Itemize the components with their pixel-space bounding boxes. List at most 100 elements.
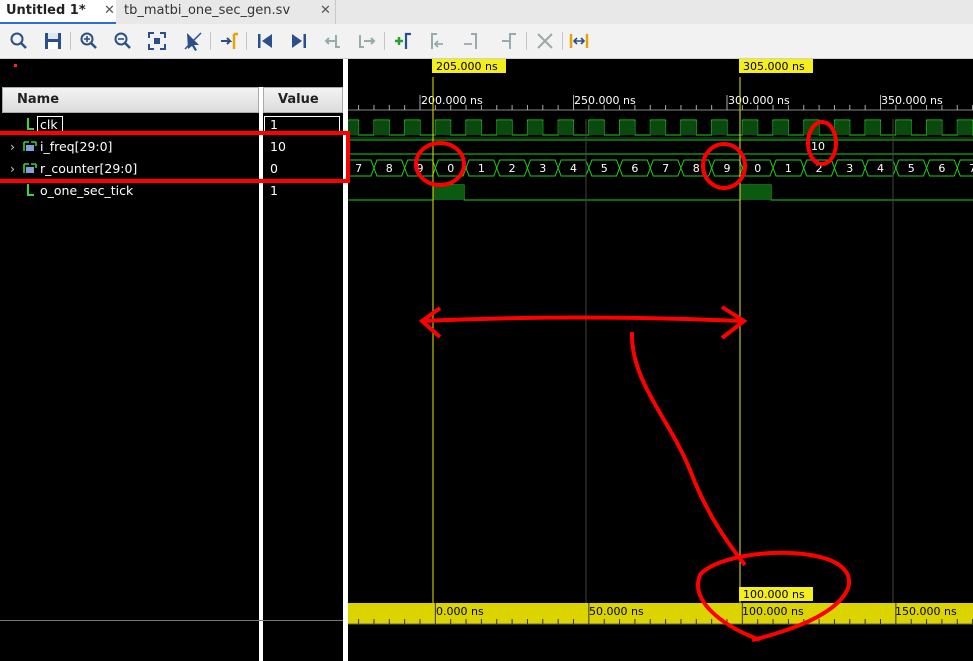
clk-high-phase: [527, 121, 543, 135]
bus-value-label: 7: [969, 162, 973, 175]
clk-high-phase: [466, 121, 482, 135]
goto-start-icon[interactable]: [254, 30, 276, 52]
relative-time-label: 50.000 ns: [589, 605, 644, 618]
relative-time-label: 0.000 ns: [436, 605, 484, 618]
tab-tb-matbi-one-sec-gen[interactable]: tb_matbi_one_sec_gen.sv ✕: [118, 0, 336, 24]
clk-high-phase: [957, 121, 973, 135]
clk-high-phase: [496, 121, 513, 135]
close-icon[interactable]: ✕: [104, 0, 115, 22]
bus-value-label: 1: [785, 162, 792, 175]
tab-untitled-1[interactable]: Untitled 1* ✕: [0, 0, 116, 24]
bus-value-label: 2: [816, 162, 823, 175]
bus-value-label: 5: [908, 162, 915, 175]
signal-name: i_freq[29:0]: [40, 139, 113, 154]
bus-value-label: 8: [693, 162, 700, 175]
save-icon[interactable]: [42, 30, 64, 52]
add-marker-icon[interactable]: [392, 30, 414, 52]
bus-value-label: 1: [478, 162, 485, 175]
clk-high-phase: [558, 121, 574, 135]
clk-high-phase: [865, 121, 881, 135]
bus-value-label: 7: [662, 162, 669, 175]
clk-high-phase: [619, 121, 635, 135]
clk-high-phase: [650, 121, 666, 135]
expand-chevron-icon[interactable]: ›: [10, 160, 15, 178]
zoom-out-icon[interactable]: [112, 30, 134, 52]
signal-name: clk: [40, 117, 58, 132]
goto-cursor-icon[interactable]: [218, 30, 240, 52]
signal-value: 0: [270, 161, 278, 176]
relative-time-label: 100.000 ns: [742, 605, 804, 618]
cursor-delta: 100.000 ns: [739, 587, 813, 601]
close-icon[interactable]: ✕: [320, 0, 331, 22]
bus-signal-icon: [23, 163, 37, 173]
search-icon[interactable]: [8, 30, 30, 52]
cursor-time-label: 305.000 ns: [743, 60, 805, 73]
zoom-in-icon[interactable]: [78, 30, 100, 52]
clk-waveform[interactable]: [348, 119, 973, 136]
bus-value-label: 2: [509, 162, 516, 175]
bit-signal-icon: [27, 184, 34, 196]
next-transition-icon[interactable]: [356, 30, 378, 52]
pane-divider: [0, 620, 345, 621]
column-header-value[interactable]: Value: [263, 87, 343, 113]
previous-marker-icon[interactable]: [426, 30, 448, 52]
clk-high-phase: [742, 121, 758, 135]
time-ruler-label: 300.000 ns: [728, 94, 790, 107]
snap-to-transition-icon[interactable]: [568, 30, 590, 52]
bus-value-label: 10: [811, 140, 825, 153]
clk-high-phase: [404, 121, 420, 135]
signal-name: o_one_sec_tick: [40, 183, 134, 198]
bus-value-label: 0: [447, 162, 454, 175]
status-dot: [14, 64, 17, 67]
time-ruler-label: 250.000 ns: [574, 94, 636, 107]
bus-value-label: 0: [754, 162, 761, 175]
goto-end-icon[interactable]: [288, 30, 310, 52]
signal-value: 1: [270, 183, 278, 198]
bus-value-label: 6: [631, 162, 638, 175]
clk-high-phase: [773, 121, 789, 135]
tab-label: tb_matbi_one_sec_gen.sv: [124, 3, 291, 18]
bit-signal-icon: [27, 118, 34, 130]
expand-chevron-icon[interactable]: ›: [10, 138, 15, 156]
delta-time-label: 100.000 ns: [743, 588, 805, 601]
clk-high-phase: [680, 121, 697, 135]
tab-bar: Untitled 1* ✕ tb_matbi_one_sec_gen.sv ✕: [0, 0, 973, 25]
time-ruler-label: 350.000 ns: [881, 94, 943, 107]
cursor-time-label: 205.000 ns: [436, 60, 498, 73]
waveform-viewer[interactable]: 200.000 ns 250.000 ns 300.000 ns 350.000…: [348, 59, 973, 661]
signal-value: 1: [270, 117, 278, 132]
clk-high-phase: [588, 121, 605, 135]
relative-time-label: 150.000 ns: [895, 605, 957, 618]
zoom-fit-icon[interactable]: [146, 30, 168, 52]
next-marker-icon[interactable]: [460, 30, 482, 52]
clk-high-phase: [435, 121, 451, 135]
bus-value-label: 9: [724, 162, 731, 175]
bus-signal-icon: [23, 141, 37, 151]
swap-cursors-icon[interactable]: [498, 30, 520, 52]
waveform-toolbar: [0, 24, 973, 59]
cursor-icon[interactable]: [182, 30, 204, 52]
column-splitter[interactable]: [259, 87, 263, 661]
clk-high-phase: [711, 121, 727, 135]
previous-transition-icon[interactable]: [322, 30, 344, 52]
clk-high-phase: [803, 121, 820, 135]
clk-high-phase: [834, 121, 850, 135]
cut-icon[interactable]: [534, 30, 556, 52]
bus-value-label: 8: [386, 162, 393, 175]
bus-value-label: 6: [938, 162, 945, 175]
bus-value-label: 9: [417, 162, 424, 175]
bus-value-label: 7: [355, 162, 362, 175]
column-header-name[interactable]: Name: [2, 87, 259, 113]
tab-label: Untitled 1*: [6, 3, 86, 18]
clk-high-phase: [373, 121, 390, 135]
bus-value-label: 3: [539, 162, 546, 175]
clk-high-phase: [348, 121, 359, 135]
relative-time-ruler[interactable]: 0.000 ns 50.000 ns 100.000 ns 150.000 ns: [348, 603, 973, 625]
time-ruler-label: 200.000 ns: [421, 94, 483, 107]
bus-value-label: 4: [570, 162, 577, 175]
clk-high-phase: [926, 121, 942, 135]
bus-value-label: 5: [601, 162, 608, 175]
bus-value-label: 4: [877, 162, 884, 175]
signal-name: r_counter[29:0]: [40, 161, 138, 176]
clk-high-phase: [895, 121, 912, 135]
